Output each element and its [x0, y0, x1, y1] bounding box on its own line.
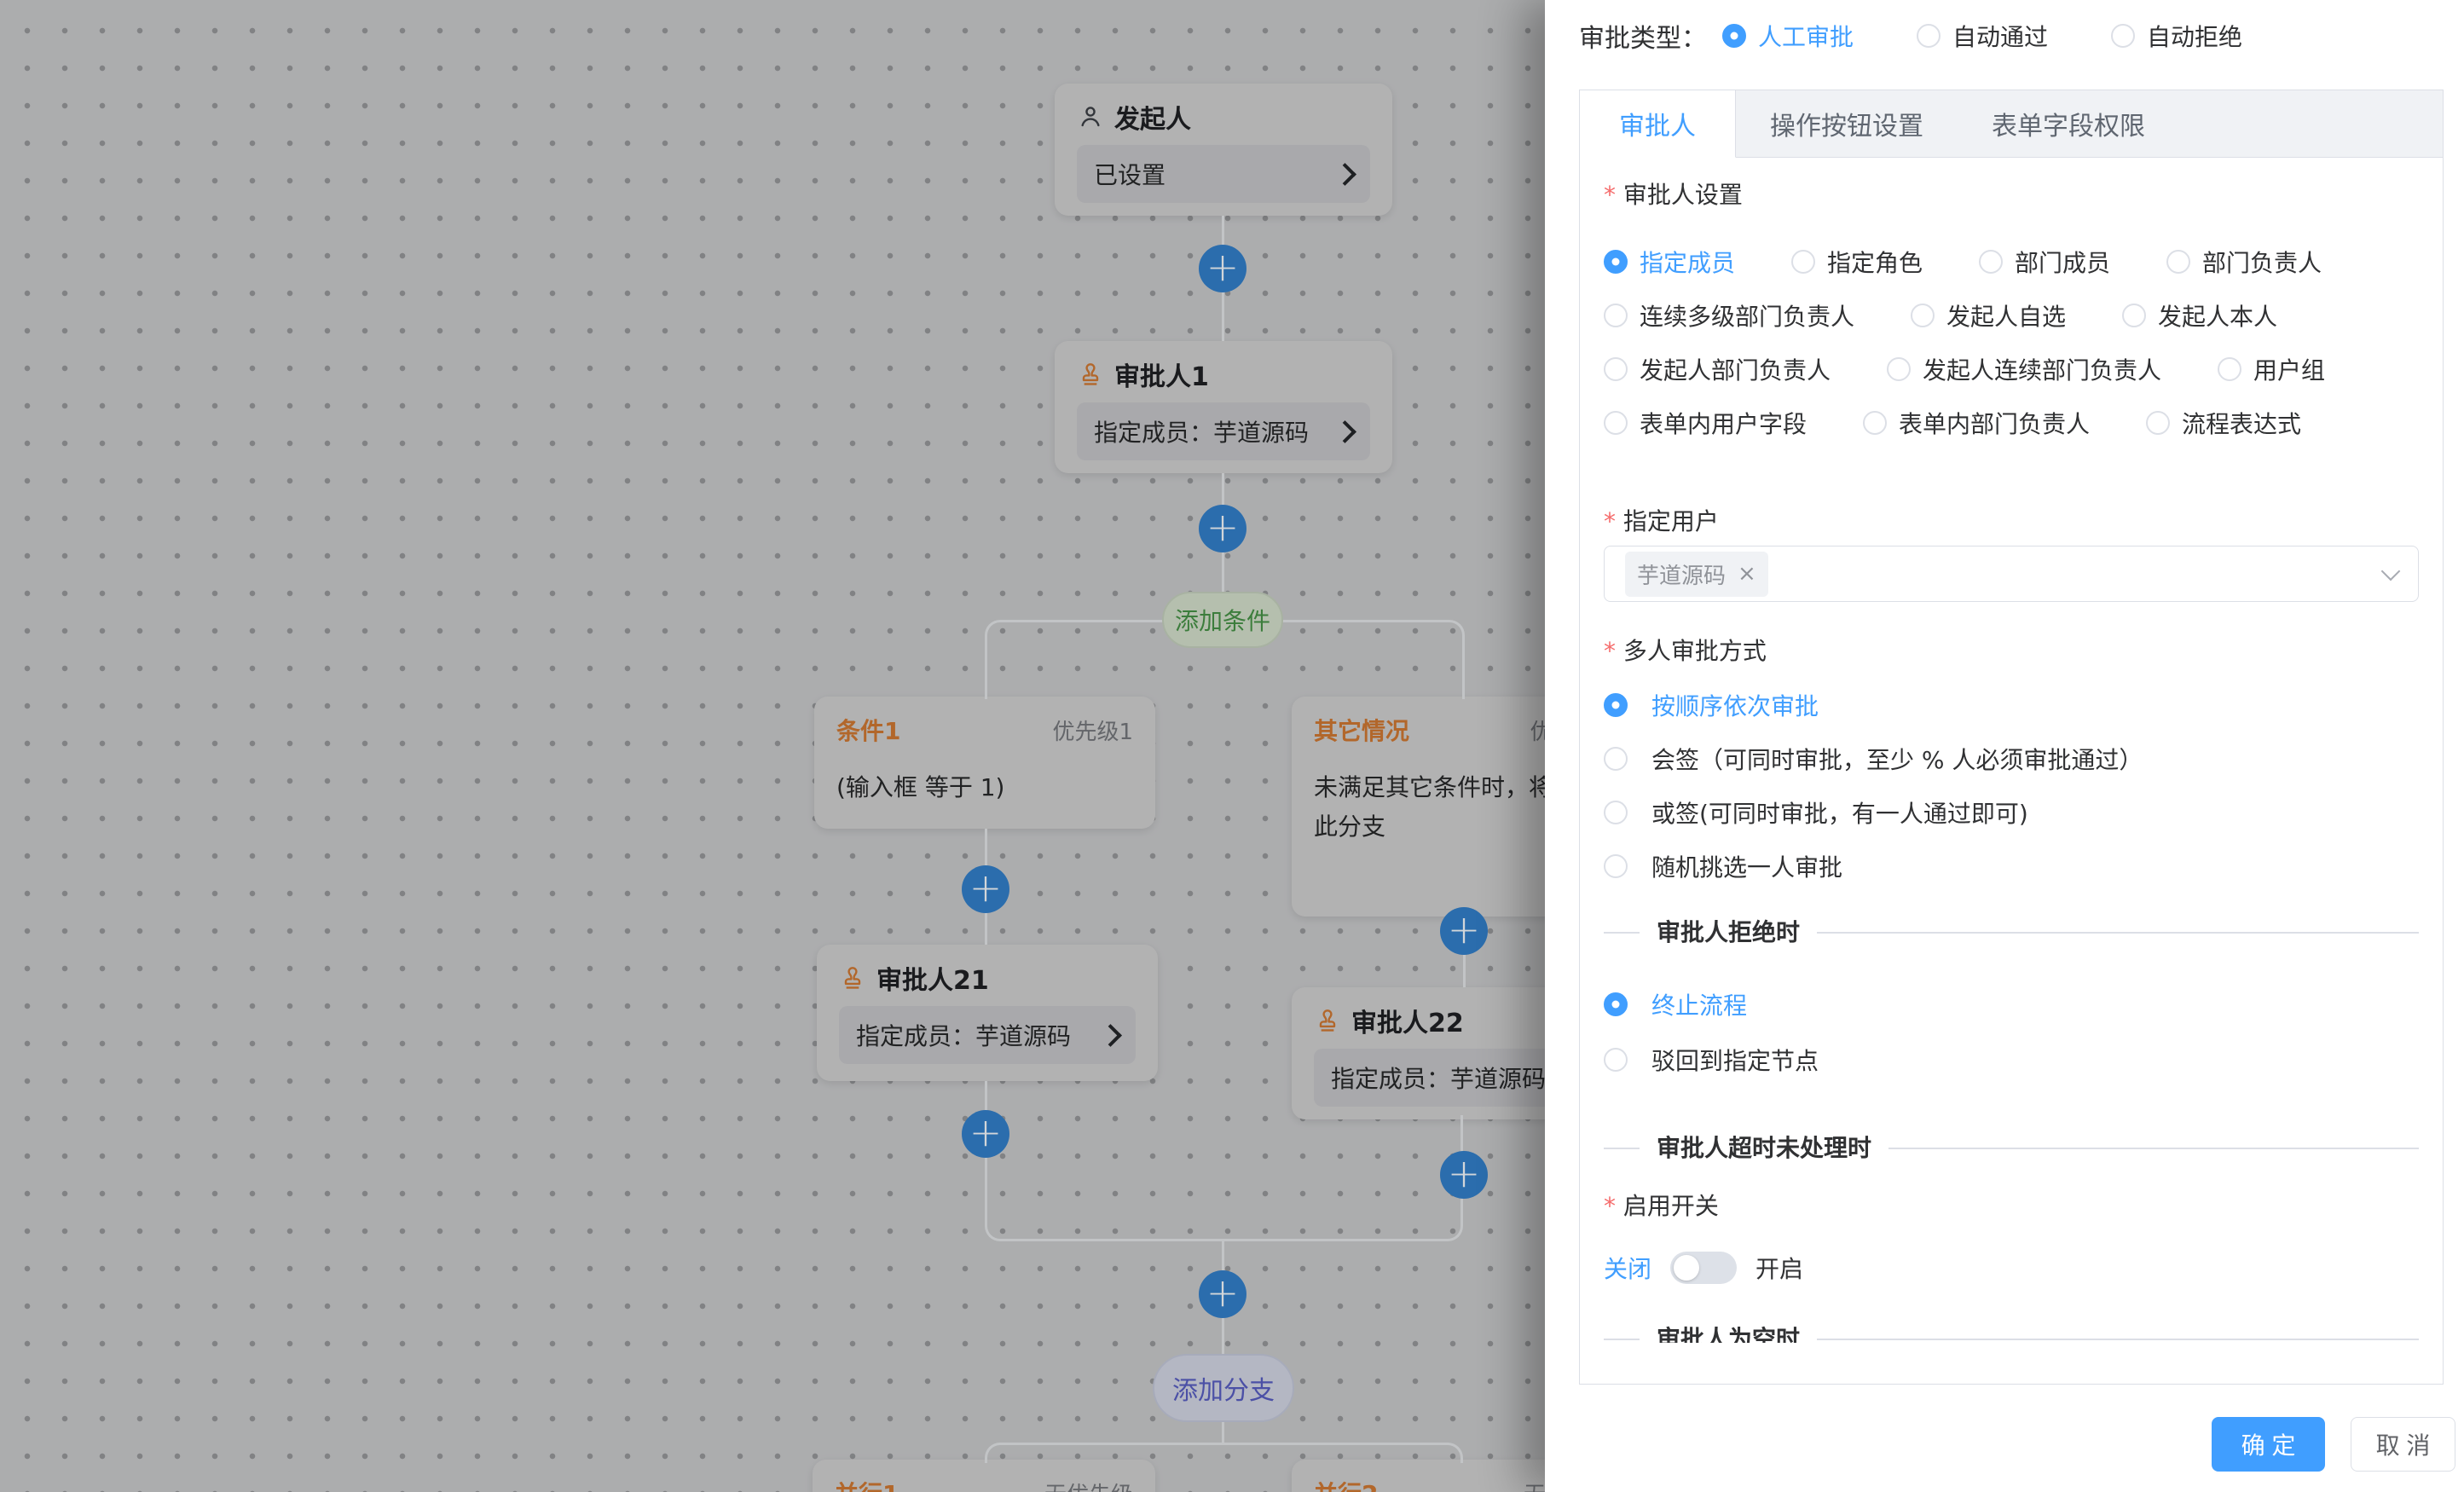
approval-type-row: 审批类型： 人工审批 自动通过 自动拒绝 — [1545, 0, 2464, 61]
radio-icon — [1604, 1048, 1628, 1072]
add-branch-button[interactable]: 添加分支 — [1153, 1354, 1294, 1422]
add-node-button[interactable] — [1440, 1151, 1488, 1199]
radio-icon — [2166, 250, 2190, 274]
radio-sequential-approval[interactable]: 按顺序依次审批 — [1604, 690, 2419, 720]
radio-multi-level-dept-leader[interactable]: 连续多级部门负责人 — [1604, 298, 1854, 333]
tag-close-icon[interactable]: × — [1738, 563, 1756, 585]
tab-button-settings[interactable]: 操作按钮设置 — [1736, 90, 1958, 157]
tab-form-field-permission[interactable]: 表单字段权限 — [1958, 90, 2179, 157]
add-node-button[interactable] — [1440, 907, 1488, 955]
radio-dept-leader[interactable]: 部门负责人 — [2166, 245, 2322, 279]
settings-tabs: 审批人 操作按钮设置 表单字段权限 审批人设置 指定成员 指定角色 — [1579, 90, 2444, 1385]
radio-icon — [2122, 304, 2146, 327]
drawer-footer: 确 定 取 消 — [2212, 1417, 2455, 1472]
radio-icon — [1604, 693, 1628, 717]
switch-on-label: 开启 — [1755, 1251, 1803, 1285]
radio-assigned-member[interactable]: 指定成员 — [1604, 245, 1735, 279]
approver-setup-options-row: 发起人部门负责人 发起人连续部门负责人 用户组 — [1604, 354, 2419, 385]
radio-initiator-choose[interactable]: 发起人自选 — [1911, 298, 2066, 333]
confirm-button[interactable]: 确 定 — [2212, 1417, 2325, 1472]
radio-icon — [1911, 304, 1935, 327]
add-node-button[interactable] — [1199, 505, 1246, 552]
radio-auto-approve[interactable]: 自动通过 — [1917, 19, 2048, 53]
bpm-designer-window: 发起人 已设置 审批人1 指定成员：芋道源码 — [0, 0, 2464, 1492]
user-tag: 芋道源码 × — [1625, 552, 1768, 597]
radio-initiator-dept-leader[interactable]: 发起人部门负责人 — [1604, 352, 1831, 386]
approver-setup-options-row: 连续多级部门负责人 发起人自选 发起人本人 — [1604, 300, 2419, 331]
approval-type-label: 审批类型： — [1579, 17, 1707, 55]
cancel-button[interactable]: 取 消 — [2351, 1417, 2455, 1472]
reject-section-divider: 审批人拒绝时 — [1604, 917, 2419, 948]
radio-form-user-field[interactable]: 表单内用户字段 — [1604, 406, 1807, 440]
timeout-switch-row: 关闭 开启 — [1604, 1251, 2419, 1285]
radio-user-group[interactable]: 用户组 — [2218, 352, 2325, 386]
radio-icon — [1604, 250, 1628, 274]
radio-initiator-self[interactable]: 发起人本人 — [2122, 298, 2277, 333]
add-condition-button[interactable]: 添加条件 — [1162, 592, 1283, 648]
switch-knob — [1674, 1255, 1699, 1281]
approver-setup-label: 审批人设置 — [1604, 180, 2419, 211]
tab-bar: 审批人 操作按钮设置 表单字段权限 — [1580, 90, 2443, 158]
add-node-button[interactable] — [962, 1110, 1009, 1158]
enable-switch-label: 启用开关 — [1604, 1191, 2419, 1222]
radio-icon — [1791, 250, 1815, 274]
radio-icon — [1604, 411, 1628, 435]
approver-setup-options-row: 指定成员 指定角色 部门成员 部门负责人 — [1604, 246, 2419, 277]
approver-setup-options-row: 表单内用户字段 表单内部门负责人 流程表达式 — [1604, 408, 2419, 438]
radio-icon — [1722, 24, 1746, 48]
add-node-button[interactable] — [1199, 245, 1246, 292]
timeout-section-divider: 审批人超时未处理时 — [1604, 1133, 2419, 1164]
empty-approver-divider: 审批人为空时 — [1604, 1324, 2419, 1343]
assign-user-select[interactable]: 芋道源码 × — [1604, 546, 2419, 602]
radio-icon — [2146, 411, 2170, 435]
multi-approve-mode-label: 多人审批方式 — [1604, 636, 2419, 667]
empty-approver-title: 审批人为空时 — [1657, 1324, 1800, 1343]
tab-pane-scroll-area[interactable]: 审批人设置 指定成员 指定角色 部门成员 — [1580, 158, 2443, 1343]
radio-icon — [1863, 411, 1887, 435]
radio-initiator-multi-dept-leader[interactable]: 发起人连续部门负责人 — [1887, 352, 2161, 386]
add-node-button[interactable] — [962, 865, 1009, 913]
radio-icon — [1604, 304, 1628, 327]
radio-icon — [1979, 250, 2003, 274]
assign-user-label: 指定用户 — [1604, 506, 2419, 537]
radio-icon — [2111, 24, 2135, 48]
radio-random-one[interactable]: 随机挑选一人审批 — [1604, 851, 2419, 882]
chevron-down-icon — [2381, 562, 2401, 581]
radio-return-to-node[interactable]: 驳回到指定节点 — [1604, 1044, 2419, 1075]
switch-off-label: 关闭 — [1604, 1251, 1651, 1285]
radio-icon — [1604, 747, 1628, 771]
add-node-button[interactable] — [1199, 1270, 1246, 1318]
radio-process-expression[interactable]: 流程表达式 — [2146, 406, 2301, 440]
radio-icon — [2218, 357, 2241, 381]
radio-form-dept-leader[interactable]: 表单内部门负责人 — [1863, 406, 2090, 440]
radio-icon — [1917, 24, 1941, 48]
radio-dept-member[interactable]: 部门成员 — [1979, 245, 2110, 279]
config-drawer: 审批类型： 人工审批 自动通过 自动拒绝 审批人 操作按钮设置 表单字段权限 — [1545, 0, 2464, 1492]
tab-approver[interactable]: 审批人 — [1580, 90, 1736, 158]
radio-icon — [1604, 992, 1628, 1016]
radio-countersign[interactable]: 会签（可同时审批，至少 % 人必须审批通过） — [1604, 743, 2419, 774]
radio-auto-reject[interactable]: 自动拒绝 — [2111, 19, 2242, 53]
radio-icon — [1604, 801, 1628, 824]
radio-icon — [1604, 854, 1628, 878]
enable-switch[interactable] — [1670, 1252, 1737, 1284]
radio-manual-approval[interactable]: 人工审批 — [1722, 19, 1854, 53]
radio-assigned-role[interactable]: 指定角色 — [1791, 245, 1923, 279]
reject-section-title: 审批人拒绝时 — [1657, 917, 1800, 948]
radio-or-sign[interactable]: 或签(可同时审批，有一人通过即可) — [1604, 797, 2419, 828]
timeout-section-title: 审批人超时未处理时 — [1657, 1133, 1871, 1164]
radio-icon — [1604, 357, 1628, 381]
radio-terminate-process[interactable]: 终止流程 — [1604, 989, 2419, 1020]
radio-icon — [1887, 357, 1911, 381]
